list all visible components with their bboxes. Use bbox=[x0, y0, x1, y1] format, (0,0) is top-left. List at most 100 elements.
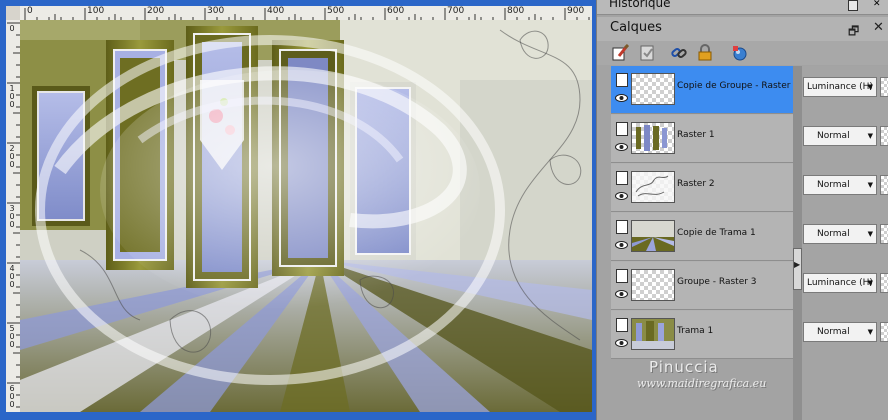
layers-palette-bar: Calques 🗗 ✕ bbox=[597, 17, 888, 41]
layer-name: Raster 2 bbox=[677, 179, 715, 189]
history-close-icon[interactable]: ✕ bbox=[873, 0, 881, 9]
ruler-label: 800 bbox=[507, 6, 525, 16]
ruler-label: 1 0 0 bbox=[9, 84, 15, 109]
eye-icon[interactable] bbox=[615, 241, 628, 249]
history-palette-bar[interactable]: Historique ✕ bbox=[597, 0, 888, 15]
layers-scrollbar[interactable]: ▶ bbox=[793, 66, 802, 420]
opacity-swatch[interactable] bbox=[880, 322, 888, 342]
layer-props-row: Normal ▼ bbox=[802, 164, 888, 212]
dropdown-arrow-icon: ▼ bbox=[867, 328, 873, 336]
eye-icon[interactable] bbox=[615, 192, 628, 200]
layer-page-icon[interactable] bbox=[616, 122, 628, 136]
artwork bbox=[20, 20, 592, 412]
ruler-label: 500 bbox=[327, 6, 345, 16]
eye-icon[interactable] bbox=[615, 94, 628, 102]
history-title: Historique bbox=[609, 0, 671, 10]
layer-thumbnail bbox=[631, 73, 675, 105]
layer-row[interactable]: Raster 1 bbox=[611, 115, 793, 163]
ruler-label: 300 bbox=[207, 6, 225, 16]
layer-name: Groupe - Raster 3 bbox=[677, 277, 757, 287]
blend-mode-value: Normal bbox=[817, 131, 850, 141]
layer-list: Copie de Groupe - Raster 3 Raster 1 Rast… bbox=[611, 66, 799, 359]
blend-mode-select[interactable]: Normal ▼ bbox=[803, 175, 877, 195]
layer-row[interactable]: Copie de Groupe - Raster 3 bbox=[611, 66, 799, 114]
ruler-label: 600 bbox=[387, 6, 405, 16]
image-canvas[interactable] bbox=[20, 20, 592, 412]
ruler-label: 400 bbox=[267, 6, 285, 16]
ruler-corner bbox=[6, 6, 20, 20]
dropdown-arrow-icon: ▼ bbox=[867, 181, 873, 189]
link-icon[interactable] bbox=[670, 44, 688, 62]
layer-props-row: Normal ▼ bbox=[802, 311, 888, 359]
layer-props-row: Normal ▼ bbox=[802, 213, 888, 261]
opacity-swatch[interactable] bbox=[880, 224, 888, 244]
vertical-ruler: 0 1 0 0 2 0 0 3 0 0 4 0 0 5 0 0 6 0 0 bbox=[6, 20, 21, 412]
blend-mode-value: Luminance (H) bbox=[807, 82, 873, 92]
layer-row[interactable]: Groupe - Raster 3 bbox=[611, 262, 793, 310]
scrollbar-thumb[interactable] bbox=[793, 248, 802, 290]
ruler-label: 3 0 0 bbox=[9, 204, 15, 229]
horizontal-ruler: 0 100 200 300 400 500 600 700 800 900 bbox=[20, 6, 592, 21]
opacity-swatch[interactable] bbox=[880, 273, 888, 293]
layer-row[interactable]: Raster 2 bbox=[611, 164, 793, 212]
lock-icon[interactable] bbox=[696, 44, 714, 62]
dropdown-arrow-icon: ▼ bbox=[867, 83, 873, 91]
opacity-swatch[interactable] bbox=[880, 126, 888, 146]
blend-mode-select[interactable]: Luminance (H) ▼ bbox=[803, 273, 877, 293]
layer-page-icon[interactable] bbox=[616, 220, 628, 234]
image-window[interactable]: 0 100 200 300 400 500 600 700 800 900 0 … bbox=[0, 0, 596, 420]
dropdown-arrow-icon: ▼ bbox=[867, 230, 873, 238]
blend-mode-select[interactable]: Normal ▼ bbox=[803, 322, 877, 342]
layer-name: Copie de Trama 1 bbox=[677, 228, 756, 238]
layer-page-icon[interactable] bbox=[616, 318, 628, 332]
layer-row[interactable]: Copie de Trama 1 bbox=[611, 213, 793, 261]
blend-mode-select[interactable]: Normal ▼ bbox=[803, 126, 877, 146]
history-maximize-icon[interactable] bbox=[848, 0, 858, 11]
watermark-url: www.maidiregrafica.eu bbox=[637, 377, 767, 390]
ruler-label: 6 0 0 bbox=[9, 384, 15, 409]
layers-toolbar bbox=[597, 41, 888, 65]
layer-thumbnail bbox=[631, 220, 675, 252]
layer-thumbnail bbox=[631, 269, 675, 301]
layer-page-icon[interactable] bbox=[616, 269, 628, 283]
layer-name: Raster 1 bbox=[677, 130, 715, 140]
layer-props-row: Luminance (H) ▼ bbox=[802, 262, 888, 310]
blend-mode-select[interactable]: Normal ▼ bbox=[803, 224, 877, 244]
dropdown-arrow-icon: ▼ bbox=[867, 132, 873, 140]
layer-props-row: Luminance (H) ▼ bbox=[802, 66, 888, 114]
layer-props-row: Normal ▼ bbox=[802, 115, 888, 163]
ruler-label: 200 bbox=[147, 6, 165, 16]
layer-thumbnail bbox=[631, 122, 675, 154]
ruler-label: 700 bbox=[447, 6, 465, 16]
eye-icon[interactable] bbox=[615, 143, 628, 151]
ruler-label: 0 bbox=[9, 24, 15, 33]
eye-icon[interactable] bbox=[615, 290, 628, 298]
layer-properties-icon[interactable] bbox=[638, 44, 656, 62]
opacity-swatch[interactable] bbox=[880, 175, 888, 195]
ruler-label: 100 bbox=[87, 6, 105, 16]
ruler-label: 0 bbox=[27, 6, 33, 16]
layers-panel: Historique ✕ Calques 🗗 ✕ Copie de Groupe… bbox=[596, 0, 888, 420]
blend-mode-value: Normal bbox=[817, 180, 850, 190]
pin-icon[interactable]: 🗗 bbox=[848, 22, 859, 43]
ruler-label: 4 0 0 bbox=[9, 264, 15, 289]
blend-mode-value: Luminance (H) bbox=[807, 278, 873, 288]
layer-page-icon[interactable] bbox=[616, 171, 628, 185]
ruler-label: 900 bbox=[567, 6, 585, 16]
eye-icon[interactable] bbox=[615, 339, 628, 347]
blend-mode-value: Normal bbox=[817, 327, 850, 337]
blend-mode-select[interactable]: Luminance (H) ▼ bbox=[803, 77, 877, 97]
layer-row[interactable]: Trama 1 bbox=[611, 311, 793, 359]
ruler-label: 2 0 0 bbox=[9, 144, 15, 169]
mask-icon[interactable] bbox=[731, 44, 749, 62]
layer-page-icon[interactable] bbox=[616, 73, 628, 87]
dropdown-arrow-icon: ▼ bbox=[867, 279, 873, 287]
layer-name: Trama 1 bbox=[677, 326, 714, 336]
layer-properties-column: Luminance (H) ▼ Normal ▼ Normal ▼ Normal ▼ L… bbox=[802, 66, 888, 420]
new-layer-icon[interactable] bbox=[611, 44, 629, 62]
ruler-label: 5 0 0 bbox=[9, 324, 15, 349]
opacity-swatch[interactable] bbox=[880, 77, 888, 97]
close-icon[interactable]: ✕ bbox=[873, 20, 884, 35]
watermark-name: Pinuccia bbox=[649, 358, 719, 376]
expand-arrow-icon[interactable]: ▶ bbox=[794, 260, 800, 269]
